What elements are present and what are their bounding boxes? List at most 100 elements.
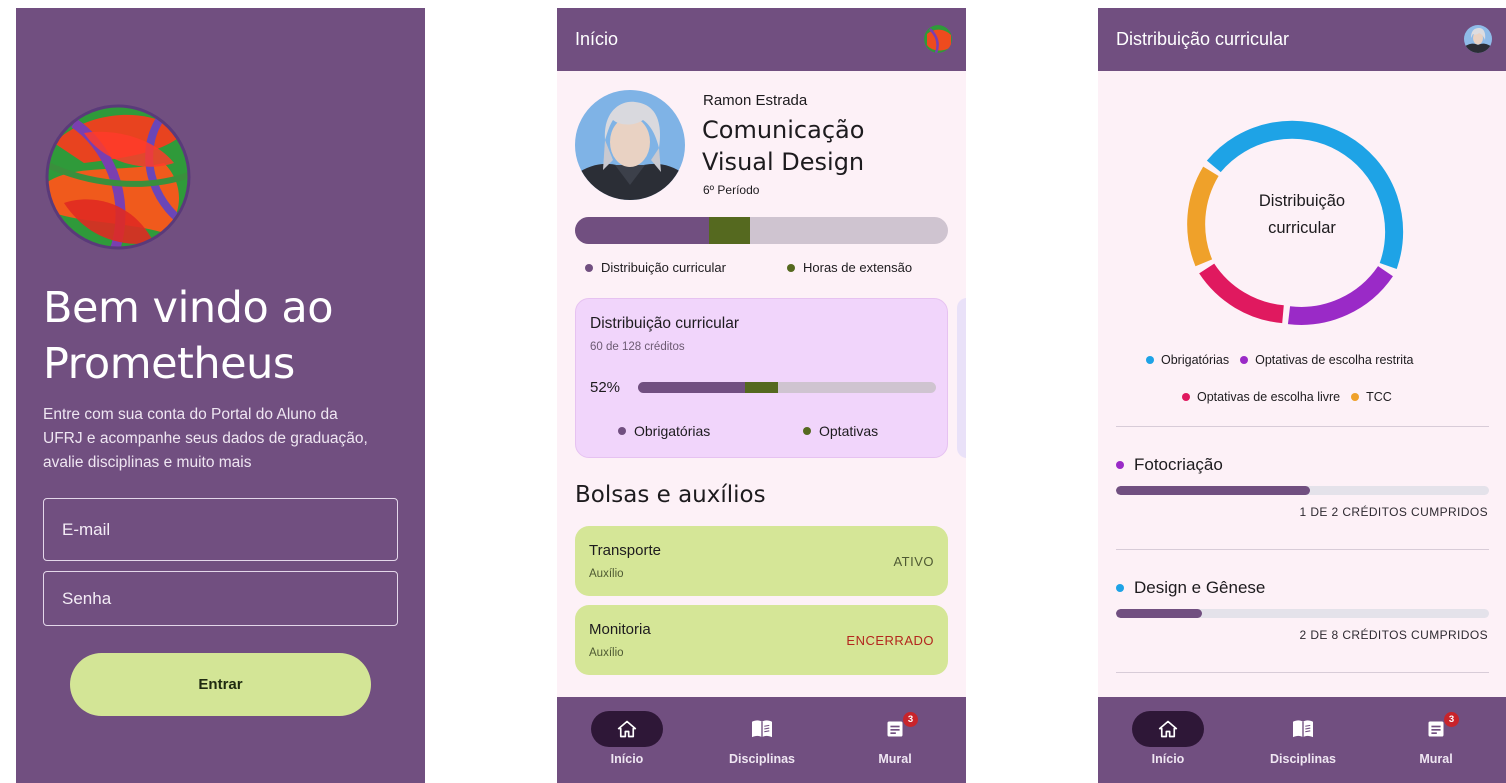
- home-icon: [617, 720, 637, 738]
- nav-item-mural[interactable]: 3 Mural: [1386, 711, 1486, 773]
- nav-item-inicio[interactable]: Início: [577, 711, 677, 773]
- app-bar: Distribuição curricular: [1098, 8, 1506, 71]
- legend-mandatory: Obrigatórias Optativas de escolha restri…: [1146, 353, 1414, 367]
- nav-label: Mural: [878, 752, 912, 766]
- legend-dot: [1182, 393, 1190, 401]
- legend-label: Distribuição curricular: [601, 260, 726, 275]
- subject-name: Design e Gênese: [1134, 578, 1266, 597]
- home-icon: [1158, 720, 1178, 738]
- password-field[interactable]: Senha: [43, 571, 398, 626]
- nav-item-mural[interactable]: 3 Mural: [845, 711, 945, 773]
- nav-pill: [726, 711, 798, 747]
- legend-mandatory: Obrigatórias: [618, 423, 710, 439]
- mandatory-segment: [638, 382, 746, 393]
- card-title: Distribuição curricular: [590, 315, 740, 332]
- divider: [1116, 426, 1489, 427]
- nav-pill: 3: [859, 711, 931, 747]
- nav-item-disciplinas[interactable]: Disciplinas: [1253, 711, 1353, 773]
- legend-curricular: Distribuição curricular: [585, 260, 726, 275]
- subject-progress-bar: [1116, 609, 1489, 618]
- subject-title[interactable]: Fotocriação: [1116, 455, 1223, 475]
- page-title: Início: [575, 29, 619, 49]
- overall-progress-bar: [575, 217, 948, 244]
- period-label: 6º Período: [703, 183, 760, 197]
- aid-card-monitoria[interactable]: Monitoria Auxílio ENCERRADO: [575, 605, 948, 675]
- app-logo-avatar[interactable]: [924, 25, 952, 53]
- prometheus-logo: [45, 104, 191, 250]
- subject-progress-fill: [1116, 486, 1310, 495]
- legend-dot: [585, 263, 593, 272]
- subject-progress-bar: [1116, 486, 1489, 495]
- notification-badge: 3: [903, 712, 918, 727]
- donut-segment-restricted: [1287, 265, 1393, 325]
- legend-dot: [1240, 356, 1249, 364]
- welcome-title: Bem vindo ao Prometheus: [43, 283, 334, 389]
- divider: [1116, 672, 1489, 673]
- nav-label: Disciplinas: [729, 752, 795, 766]
- student-name: Ramon Estrada: [703, 92, 808, 109]
- subject-credits: 2 DE 8 CRÉDITOS CUMPRIDOS: [1299, 628, 1488, 642]
- home-screen: Início Ramon Estrada Comunicação Visual …: [557, 8, 966, 783]
- subject-dot: [1116, 461, 1124, 469]
- legend-label: Horas de extensão: [803, 260, 913, 275]
- aid-card-transporte[interactable]: Transporte Auxílio ATIVO: [575, 526, 948, 596]
- legend-label: Obrigatórias: [1161, 353, 1230, 367]
- legend-label: TCC: [1366, 390, 1392, 404]
- aid-type: Auxílio: [589, 568, 624, 580]
- email-field[interactable]: E-mail: [43, 498, 398, 561]
- legend-label: Obrigatórias: [634, 423, 711, 439]
- divider: [1116, 549, 1489, 550]
- card-percent: 52%: [590, 379, 621, 396]
- legend-dot: [787, 263, 795, 272]
- legend-extension: Horas de extensão: [787, 260, 912, 275]
- login-screen: Bem vindo ao Prometheus Entre com sua co…: [16, 8, 425, 783]
- card-progress-bar: [638, 382, 936, 393]
- legend-optional: Optativas: [803, 423, 878, 439]
- legend-label: Optativas de escolha livre: [1197, 390, 1341, 404]
- curricular-distribution-card[interactable]: Distribuição curricular 60 de 128 crédit…: [575, 298, 948, 458]
- distribution-screen: Distribuição curricular Distribuição cur…: [1098, 8, 1506, 783]
- subject-title[interactable]: Design e Gênese: [1116, 578, 1265, 598]
- nav-label: Mural: [1419, 752, 1453, 766]
- donut-center-line1: Distribuição: [1258, 192, 1346, 210]
- nav-pill: [1267, 711, 1339, 747]
- optional-segment: [745, 382, 779, 393]
- card-subtitle: 60 de 128 créditos: [590, 341, 685, 353]
- next-card-peek[interactable]: [957, 298, 966, 458]
- donut-center-line2: curricular: [1268, 219, 1336, 237]
- nav-item-disciplinas[interactable]: Disciplinas: [712, 711, 812, 773]
- subject-progress-fill: [1116, 609, 1202, 618]
- aid-name: Monitoria: [589, 621, 651, 638]
- course-name: Comunicação Visual Design: [702, 116, 865, 176]
- subject-credits: 1 DE 2 CRÉDITOS CUMPRIDOS: [1299, 505, 1488, 519]
- donut-segment-free: [1199, 263, 1285, 324]
- book-icon: [752, 720, 772, 738]
- email-placeholder: E-mail: [62, 519, 111, 539]
- bottom-nav: Início Disciplinas 3 Mural: [1098, 697, 1506, 783]
- welcome-description: Entre com sua conta do Portal do Aluno d…: [43, 406, 368, 471]
- legend-dot: [618, 427, 626, 435]
- legend-dot: [1146, 356, 1154, 364]
- avatar: [575, 90, 685, 200]
- aid-status: ATIVO: [893, 554, 934, 569]
- book-icon: [1293, 720, 1313, 738]
- extension-progress-segment: [709, 217, 751, 244]
- news-icon: [1428, 721, 1444, 737]
- login-button[interactable]: Entrar: [70, 653, 371, 716]
- legend-dot: [803, 427, 811, 435]
- nav-label: Disciplinas: [1270, 752, 1336, 766]
- nav-pill: [1132, 711, 1204, 747]
- nav-pill: [591, 711, 663, 747]
- legend-label: Optativas de escolha restrita: [1255, 353, 1414, 367]
- user-avatar[interactable]: [1464, 25, 1492, 53]
- nav-label: Início: [1151, 752, 1185, 766]
- legend-dot: [1351, 393, 1360, 401]
- section-title-aids: Bolsas e auxílios: [575, 482, 766, 508]
- legend-label: Optativas: [819, 423, 879, 439]
- aid-name: Transporte: [589, 542, 661, 559]
- nav-label: Início: [610, 752, 644, 766]
- nav-item-inicio[interactable]: Início: [1118, 711, 1218, 773]
- aid-status: ENCERRADO: [846, 633, 934, 648]
- password-placeholder: Senha: [62, 588, 112, 608]
- news-icon: [887, 721, 903, 737]
